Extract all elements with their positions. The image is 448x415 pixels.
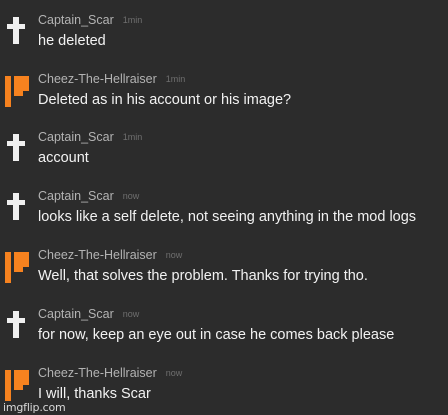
message-text: I will, thanks Scar	[38, 386, 151, 402]
cross-icon[interactable]	[4, 132, 30, 168]
timestamp: now	[122, 309, 140, 319]
username-text[interactable]: Cheez-The-Hellraiser	[38, 366, 157, 380]
username[interactable]: Captain_Scar 1min	[38, 130, 142, 144]
chat-message: Captain_Scar 1min he deleted	[0, 13, 448, 71]
orange-flag-icon[interactable]	[4, 74, 30, 110]
username-text[interactable]: Captain_Scar	[38, 130, 114, 144]
message-text: for now, keep an eye out in case he come…	[38, 327, 395, 343]
chat-message: Cheez-The-Hellraiser 1min Deleted as in h…	[0, 72, 448, 130]
username-text[interactable]: Cheez-The-Hellraiser	[38, 72, 157, 86]
message-text: looks like a self delete, not seeing any…	[38, 209, 417, 225]
imgflip-watermark: imgflip.com	[3, 401, 66, 414]
timestamp: now	[165, 250, 183, 260]
timestamp: 1min	[122, 15, 143, 25]
username[interactable]: Captain_Scar now	[38, 189, 139, 203]
username[interactable]: Captain_Scar now	[38, 307, 139, 321]
username-text[interactable]: Captain_Scar	[38, 189, 114, 203]
chat-message: Cheez-The-Hellraiser now I will, thanks S…	[0, 366, 448, 415]
chat-message: Captain_Scar now looks like a self delete…	[0, 189, 448, 247]
cross-icon[interactable]	[4, 309, 30, 345]
chat-message: Captain_Scar now for now, keep an eye out…	[0, 307, 448, 365]
timestamp: 1min	[165, 74, 186, 84]
username[interactable]: Cheez-The-Hellraiser 1min	[38, 72, 185, 86]
orange-flag-icon[interactable]	[4, 368, 30, 404]
orange-flag-icon[interactable]	[4, 250, 30, 286]
message-text: account	[38, 150, 89, 166]
message-text: Deleted as in his account or his image?	[38, 92, 292, 108]
cross-icon[interactable]	[4, 191, 30, 227]
username-text[interactable]: Cheez-The-Hellraiser	[38, 248, 157, 262]
cross-icon[interactable]	[4, 15, 30, 51]
chat-log: Captain_Scar 1min he deleted Cheez-The-He…	[0, 0, 448, 415]
timestamp: now	[122, 191, 140, 201]
message-text: he deleted	[38, 33, 106, 49]
chat-message: Captain_Scar 1min account	[0, 130, 448, 188]
chat-message: Cheez-The-Hellraiser now Well, that solve…	[0, 248, 448, 306]
username[interactable]: Cheez-The-Hellraiser now	[38, 248, 182, 262]
username-text[interactable]: Captain_Scar	[38, 13, 114, 27]
timestamp: 1min	[122, 132, 143, 142]
message-text: Well, that solves the problem. Thanks fo…	[38, 268, 368, 284]
username[interactable]: Captain_Scar 1min	[38, 13, 142, 27]
timestamp: now	[165, 368, 183, 378]
username[interactable]: Cheez-The-Hellraiser now	[38, 366, 182, 380]
username-text[interactable]: Captain_Scar	[38, 307, 114, 321]
